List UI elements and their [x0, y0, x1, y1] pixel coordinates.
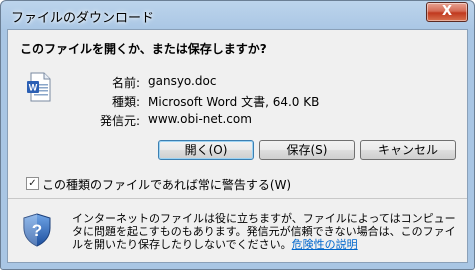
risk-explanation-link[interactable]: 危険性の説明 [292, 238, 358, 251]
type-value: Microsoft Word 文書, 64.0 KB [148, 95, 320, 109]
source-label: 発信元: [99, 114, 140, 128]
save-button[interactable]: 保存(S) [259, 140, 355, 160]
title-bar[interactable]: ファイルのダウンロード X [1, 1, 474, 29]
close-icon: X [441, 4, 453, 19]
name-label: 名前: [111, 76, 140, 90]
word-document-icon: W [27, 72, 51, 102]
cancel-button[interactable]: キャンセル [360, 140, 456, 160]
dialog-body: このファイルを開くか、または保存しますか? W 名前: gansyo.doc 種… [7, 29, 468, 263]
window-title: ファイルのダウンロード [11, 11, 155, 26]
type-label: 種類: [111, 95, 140, 109]
dialog-question: このファイルを開くか、または保存しますか? [20, 42, 267, 56]
svg-text:?: ? [32, 221, 42, 240]
warning-text: インターネットのファイルは役に立ちますが、ファイルによってはコンピュータに問題を… [72, 212, 456, 251]
security-warning: インターネットのファイルは役に立ちますが、ファイルによってはコンピュータに問題を… [72, 212, 464, 251]
always-warn-label[interactable]: この種類のファイルであれば常に警告する(W) [42, 176, 291, 193]
security-shield-icon: ? [23, 213, 51, 247]
name-value: gansyo.doc [148, 74, 217, 88]
always-warn-checkbox[interactable]: ✓ [26, 177, 39, 190]
open-button[interactable]: 開く(O) [158, 140, 254, 160]
file-download-dialog: ファイルのダウンロード X このファイルを開くか、または保存しますか? W 名前… [0, 0, 475, 270]
divider [8, 198, 467, 199]
close-button[interactable]: X [426, 2, 468, 22]
svg-text:W: W [29, 83, 38, 93]
source-value: www.obi-net.com [148, 112, 252, 126]
